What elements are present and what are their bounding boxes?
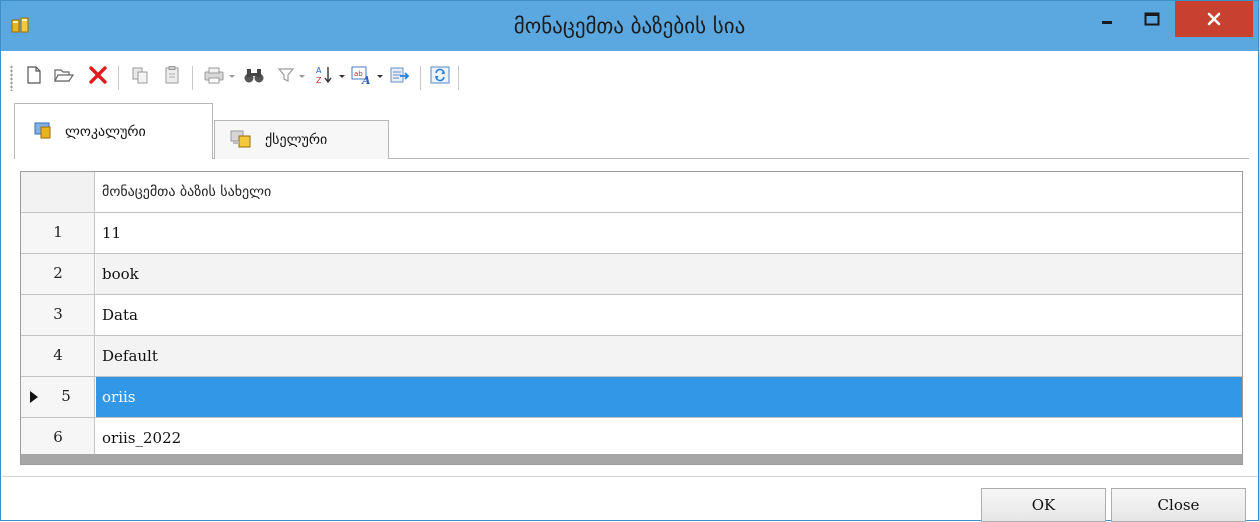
database-name-cell[interactable]: Data: [96, 295, 1242, 335]
new-icon: [25, 65, 43, 89]
ok-button[interactable]: OK: [981, 488, 1106, 522]
row-number-cell[interactable]: 5: [21, 377, 95, 417]
row-number-cell[interactable]: 4: [21, 336, 95, 376]
row-number: 1: [53, 223, 63, 241]
new-button[interactable]: [20, 63, 48, 91]
sort-dropdown-arrow[interactable]: [338, 72, 346, 82]
database-name-cell[interactable]: oriis: [96, 377, 1242, 417]
minimize-icon: [1100, 12, 1114, 26]
row-number: 4: [53, 346, 63, 364]
database-name-cell[interactable]: Default: [96, 336, 1242, 376]
row-number-cell[interactable]: 2: [21, 254, 95, 294]
delete-button[interactable]: [84, 63, 112, 91]
row-number-cell[interactable]: 1: [21, 213, 95, 253]
grid-header-row: მონაცემთა ბაზის სახელი: [21, 172, 1242, 213]
table-row[interactable]: 4 Default: [21, 336, 1242, 377]
row-number: 2: [53, 264, 63, 282]
button-panel-divider: [2, 476, 1258, 477]
paste-icon: [162, 65, 182, 89]
database-grid[interactable]: მონაცემთა ბაზის სახელი 1 11 2 book 3 Dat…: [20, 171, 1243, 465]
row-number: 6: [53, 428, 63, 446]
database-name-cell[interactable]: 11: [96, 213, 1242, 253]
copy-button[interactable]: [126, 63, 154, 91]
row-number-cell[interactable]: 3: [21, 295, 95, 335]
row-number-header[interactable]: [21, 172, 95, 212]
close-dialog-button[interactable]: Close: [1111, 488, 1246, 522]
row-number-cell[interactable]: 6: [21, 418, 95, 458]
sort-az-icon: AZ: [313, 64, 335, 90]
database-name-cell[interactable]: oriis_2022: [96, 418, 1242, 458]
tab-network-label: ქსელური: [265, 132, 328, 148]
column-header-database-name[interactable]: მონაცემთა ბაზის სახელი: [96, 172, 1242, 212]
print-dropdown-arrow[interactable]: [228, 72, 236, 82]
sort-button[interactable]: AZ: [310, 63, 338, 91]
table-row[interactable]: 1 11: [21, 213, 1242, 254]
export-button[interactable]: [386, 63, 414, 91]
delete-icon: [88, 65, 108, 89]
maximize-icon: [1144, 12, 1160, 26]
grid-footer-bar: [21, 454, 1242, 464]
svg-text:Z: Z: [316, 76, 322, 85]
toolbar-grip[interactable]: [10, 65, 13, 91]
close-icon: [1206, 11, 1222, 27]
row-number: 5: [61, 387, 71, 405]
open-button[interactable]: [50, 63, 78, 91]
network-database-icon: [229, 127, 253, 153]
table-row[interactable]: 3 Data: [21, 295, 1242, 336]
find-binoculars-icon: [243, 65, 265, 89]
toolbar-separator: [458, 66, 459, 90]
filter-button[interactable]: [272, 63, 300, 91]
svg-text:A: A: [361, 74, 371, 86]
title-bar[interactable]: მონაცემთა ბაზების სია: [1, 1, 1258, 51]
text-format-button[interactable]: ab A: [348, 63, 376, 91]
toolbar-separator: [420, 66, 421, 90]
filter-dropdown-arrow[interactable]: [298, 72, 306, 82]
open-folder-icon: [53, 65, 75, 89]
tab-local[interactable]: ლოკალური: [14, 103, 213, 159]
tab-network[interactable]: ქსელური: [214, 120, 389, 159]
minimize-button[interactable]: [1085, 1, 1129, 37]
local-database-icon: [33, 120, 53, 144]
find-button[interactable]: [240, 63, 268, 91]
table-row[interactable]: 2 book: [21, 254, 1242, 295]
refresh-icon: [429, 65, 451, 89]
export-icon: [389, 65, 411, 89]
print-icon: [203, 65, 225, 89]
print-button[interactable]: [200, 63, 228, 91]
window-title: მონაცემთა ბაზების სია: [513, 14, 746, 38]
copy-icon: [130, 65, 150, 89]
refresh-button[interactable]: [426, 63, 454, 91]
format-dropdown-arrow[interactable]: [376, 72, 384, 82]
toolbar-separator: [118, 66, 119, 90]
toolbar: AZ ab A: [2, 51, 1258, 101]
database-name-cell[interactable]: book: [96, 254, 1242, 294]
dialog-window: მონაცემთა ბაზების სია A Z ab A ლოკალური …: [0, 0, 1259, 522]
text-format-icon: ab A: [350, 64, 374, 90]
paste-button[interactable]: [158, 63, 186, 91]
table-row[interactable]: 6 oriis_2022: [21, 418, 1242, 459]
toolbar-separator: [192, 66, 193, 90]
svg-text:A: A: [316, 66, 322, 75]
row-number: 3: [53, 305, 63, 323]
table-row-selected[interactable]: 5 oriis: [21, 377, 1242, 418]
tab-local-label: ლოკალური: [65, 123, 146, 140]
filter-icon: [276, 65, 296, 89]
close-button[interactable]: [1175, 1, 1253, 37]
maximize-button[interactable]: [1131, 1, 1173, 37]
